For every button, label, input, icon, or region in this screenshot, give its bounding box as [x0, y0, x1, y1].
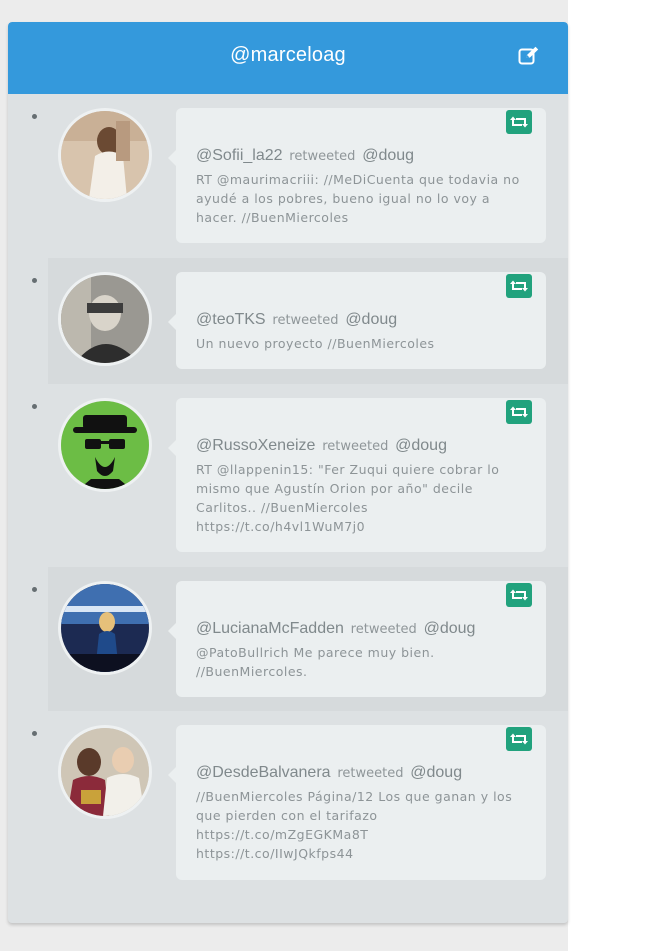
tweet-card: @RussoXeneize retweeted @doug RT @llappe… — [168, 398, 546, 552]
user-avatar[interactable] — [58, 725, 152, 819]
retweet-icon — [510, 589, 528, 601]
tweet-body: @teoTKS retweeted @doug Un nuevo proyect… — [196, 308, 526, 353]
retweet-button[interactable] — [506, 583, 532, 607]
tweet-card: @teoTKS retweeted @doug Un nuevo proyect… — [168, 272, 546, 369]
retweeted-label: retweeted — [337, 766, 404, 781]
tweet-text: //BuenMiercoles Página/12 Los que ganan … — [196, 789, 513, 861]
tweet-text: Un nuevo proyecto //BuenMiercoles — [196, 336, 435, 351]
original-username[interactable]: @doug — [424, 620, 476, 637]
tweet-item: @Sofii_la22 retweeted @doug RT @maurimac… — [8, 94, 568, 258]
original-username[interactable]: @doug — [362, 147, 414, 164]
retweeter-username[interactable]: @RussoXeneize — [196, 437, 315, 454]
timeline-panel: @marceloag @Sofii_la22 retweeted @doug R… — [8, 22, 568, 923]
retweeter-username[interactable]: @teoTKS — [196, 311, 266, 328]
retweeted-label: retweeted — [289, 149, 356, 164]
tweet-item: @DesdeBalvanera retweeted @doug //BuenMi… — [8, 711, 568, 911]
tweet-item: @teoTKS retweeted @doug Un nuevo proyect… — [8, 258, 568, 384]
retweeter-username[interactable]: @LucianaMcFadden — [196, 620, 344, 637]
panel-header: @marceloag — [8, 22, 568, 94]
user-avatar[interactable] — [58, 272, 152, 366]
tweet-attribution: @Sofii_la22 retweeted @doug — [196, 144, 526, 168]
tweet-item: @RussoXeneize retweeted @doug RT @llappe… — [8, 384, 568, 567]
tweet-text: @PatoBullrich Me parece muy bien. //Buen… — [196, 645, 435, 679]
retweet-icon — [510, 116, 528, 128]
retweet-icon — [510, 406, 528, 418]
user-avatar[interactable] — [58, 398, 152, 492]
retweet-icon — [510, 280, 528, 292]
tweet-attribution: @RussoXeneize retweeted @doug — [196, 434, 526, 458]
compose-edit-icon — [518, 46, 539, 65]
tweet-body: @DesdeBalvanera retweeted @doug //BuenMi… — [196, 761, 526, 863]
list-bullet — [32, 114, 37, 119]
list-bullet — [32, 731, 37, 736]
retweeted-label: retweeted — [272, 313, 339, 328]
tweet-text: RT @maurimacriii: //MeDiCuenta que todav… — [196, 172, 520, 225]
retweet-button[interactable] — [506, 110, 532, 134]
account-handle-title: @marceloag — [230, 44, 346, 66]
tweet-attribution: @teoTKS retweeted @doug — [196, 308, 526, 332]
tweet-feed: @Sofii_la22 retweeted @doug RT @maurimac… — [8, 94, 568, 923]
user-avatar[interactable] — [58, 108, 152, 202]
retweeter-username[interactable]: @DesdeBalvanera — [196, 764, 331, 781]
original-username[interactable]: @doug — [345, 311, 397, 328]
tweet-body: @Sofii_la22 retweeted @doug RT @maurimac… — [196, 144, 526, 227]
tweet-body: @LucianaMcFadden retweeted @doug @PatoBu… — [196, 617, 526, 681]
user-avatar[interactable] — [58, 581, 152, 675]
retweeted-label: retweeted — [322, 439, 389, 454]
tweet-attribution: @LucianaMcFadden retweeted @doug — [196, 617, 526, 641]
tweet-attribution: @DesdeBalvanera retweeted @doug — [196, 761, 526, 785]
tweet-card: @Sofii_la22 retweeted @doug RT @maurimac… — [168, 108, 546, 243]
tweet-text: RT @llappenin15: "Fer Zuqui quiere cobra… — [196, 462, 500, 534]
tweet-card: @DesdeBalvanera retweeted @doug //BuenMi… — [168, 725, 546, 880]
list-bullet — [32, 404, 37, 409]
tweet-item: @LucianaMcFadden retweeted @doug @PatoBu… — [8, 567, 568, 711]
list-bullet — [32, 278, 37, 283]
list-bullet — [32, 587, 37, 592]
retweeted-label: retweeted — [350, 622, 417, 637]
retweet-button[interactable] — [506, 400, 532, 424]
compose-button[interactable] — [518, 46, 540, 66]
original-username[interactable]: @doug — [395, 437, 447, 454]
original-username[interactable]: @doug — [410, 764, 462, 781]
retweet-button[interactable] — [506, 727, 532, 751]
tweet-card: @LucianaMcFadden retweeted @doug @PatoBu… — [168, 581, 546, 697]
retweeter-username[interactable]: @Sofii_la22 — [196, 147, 283, 164]
tweet-body: @RussoXeneize retweeted @doug RT @llappe… — [196, 434, 526, 536]
retweet-icon — [510, 733, 528, 745]
retweet-button[interactable] — [506, 274, 532, 298]
